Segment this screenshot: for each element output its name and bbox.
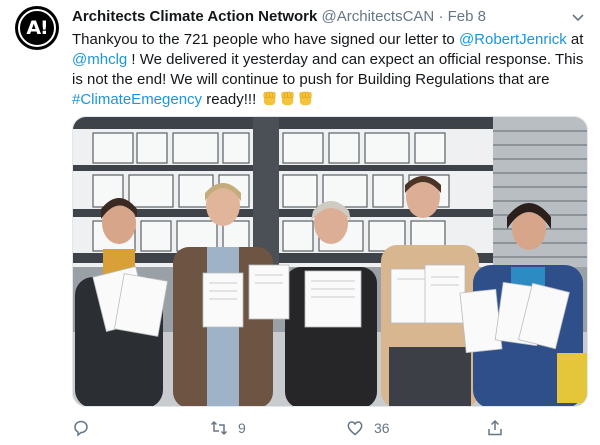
hashtag-climate[interactable]: #ClimateEmegency (72, 91, 202, 108)
retweet-action[interactable]: 9 (210, 419, 346, 437)
header-separator: · (438, 8, 444, 25)
mention-robertjenrick[interactable]: @RobertJenrick (459, 31, 567, 48)
raised-fist-icon (281, 91, 294, 106)
tweet-text-part: ready!!! (202, 91, 261, 108)
reply-action[interactable] (72, 419, 210, 437)
raised-fist-icon (299, 91, 312, 106)
author-handle[interactable]: @ArchitectsCAN (322, 8, 435, 25)
retweet-count: 9 (238, 420, 246, 436)
tweet-date[interactable]: Feb 8 (448, 8, 486, 25)
mention-mhclg[interactable]: @mhclg (72, 51, 127, 68)
tweet-header: Architects Climate Action Network @Archi… (72, 7, 572, 27)
tweet-text-part: ! We delivered it yesterday and can expe… (72, 51, 584, 88)
tweet-text-part: Thankyou to the 721 people who have sign… (72, 31, 459, 48)
tweet-actions: 9 36 (72, 416, 588, 440)
tweet-text: Thankyou to the 721 people who have sign… (72, 30, 587, 110)
avatar-ring: A! (18, 9, 56, 47)
retweet-icon (210, 420, 228, 436)
share-action[interactable] (486, 419, 504, 437)
tweet-text-part: at (566, 31, 584, 48)
reply-icon (74, 420, 88, 437)
photo-scene (73, 117, 587, 406)
raised-fist-icon (263, 91, 276, 106)
emoji-group (260, 91, 314, 108)
like-count: 36 (374, 420, 390, 436)
tweet-photo[interactable] (72, 116, 588, 407)
author-name[interactable]: Architects Climate Action Network (72, 8, 317, 25)
share-icon (488, 419, 502, 436)
heart-icon (347, 421, 363, 436)
avatar-logo-text: A! (26, 17, 48, 39)
chevron-down-icon[interactable] (570, 9, 586, 25)
author-avatar[interactable]: A! (15, 6, 59, 50)
like-action[interactable]: 36 (346, 419, 486, 437)
